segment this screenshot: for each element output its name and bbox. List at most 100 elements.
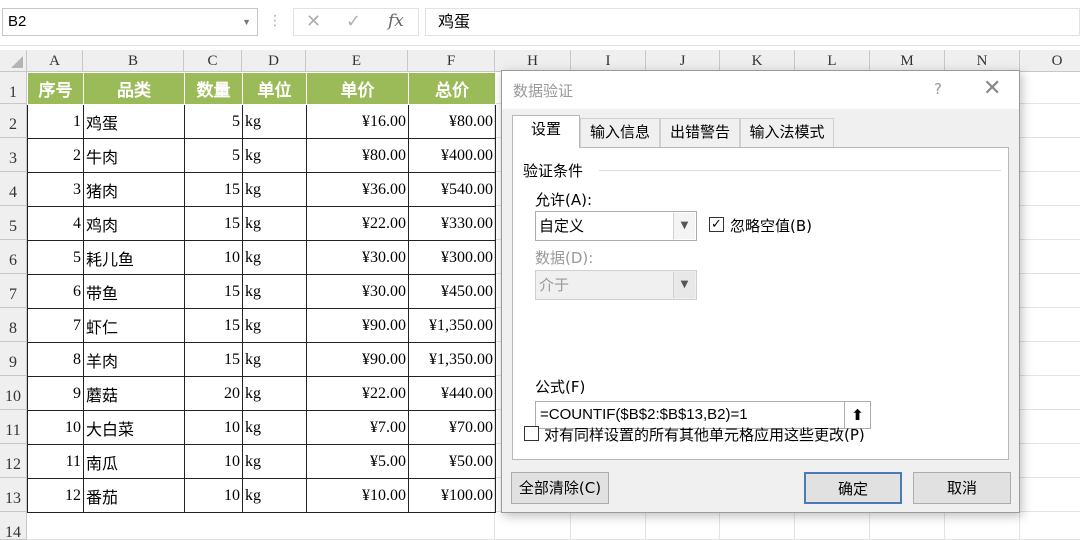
close-icon[interactable]: ✕ [983, 76, 1001, 101]
table-cell[interactable]: 猪肉 [83, 172, 185, 207]
table-cell[interactable]: 12 [27, 478, 84, 513]
table-cell[interactable]: 鸡肉 [83, 206, 185, 241]
header-cell[interactable]: 数量 [184, 72, 243, 105]
help-icon[interactable]: ? [934, 80, 942, 98]
row-header-1[interactable]: 1 [0, 72, 27, 104]
select-all-button[interactable] [0, 50, 27, 72]
table-cell[interactable]: ¥10.00 [306, 478, 409, 513]
tab-settings[interactable]: 设置 [512, 115, 580, 148]
table-cell[interactable]: ¥50.00 [408, 444, 496, 479]
data-select[interactable]: 介于 ▼ [535, 270, 697, 300]
table-cell[interactable]: ¥16.00 [306, 104, 409, 139]
table-cell[interactable]: 15 [184, 342, 243, 377]
enter-icon[interactable]: ✓ [346, 11, 361, 32]
table-cell[interactable]: 4 [27, 206, 84, 241]
table-cell[interactable]: 6 [27, 274, 84, 309]
table-cell[interactable]: 牛肉 [83, 138, 185, 173]
table-cell[interactable]: 3 [27, 172, 84, 207]
table-cell[interactable]: ¥300.00 [408, 240, 496, 275]
row-header-11[interactable]: 11 [0, 410, 27, 444]
table-cell[interactable]: ¥400.00 [408, 138, 496, 173]
table-cell[interactable]: ¥1,350.00 [408, 308, 496, 343]
table-cell[interactable]: kg [242, 172, 307, 207]
column-header-o[interactable]: O [1020, 50, 1080, 72]
table-cell[interactable]: 鸡蛋 [83, 104, 185, 139]
row-header-10[interactable]: 10 [0, 376, 27, 410]
table-cell[interactable]: 耗儿鱼 [83, 240, 185, 275]
table-cell[interactable]: ¥7.00 [306, 410, 409, 445]
tab-error-alert[interactable]: 出错警告 [660, 118, 740, 147]
table-cell[interactable]: 虾仁 [83, 308, 185, 343]
header-cell[interactable]: 品类 [83, 72, 185, 105]
table-cell[interactable]: 15 [184, 308, 243, 343]
drag-handle-icon[interactable]: ⋮ [268, 14, 282, 28]
row-header-13[interactable]: 13 [0, 478, 27, 512]
table-cell[interactable]: 9 [27, 376, 84, 411]
table-cell[interactable]: kg [242, 138, 307, 173]
table-cell[interactable]: kg [242, 376, 307, 411]
column-header-d[interactable]: D [242, 50, 306, 72]
table-cell[interactable]: kg [242, 342, 307, 377]
table-cell[interactable]: ¥22.00 [306, 376, 409, 411]
column-header-n[interactable]: N [945, 50, 1020, 72]
allow-select[interactable]: 自定义 ▼ [535, 211, 697, 241]
table-cell[interactable]: 11 [27, 444, 84, 479]
ignore-blank-checkbox[interactable]: ✓ [709, 217, 724, 232]
table-cell[interactable]: ¥80.00 [306, 138, 409, 173]
table-cell[interactable]: 5 [184, 104, 243, 139]
row-header-2[interactable]: 2 [0, 104, 27, 138]
table-cell[interactable]: ¥5.00 [306, 444, 409, 479]
apply-all-label[interactable]: 对有同样设置的所有其他单元格应用这些更改(P) [544, 424, 865, 445]
table-cell[interactable]: ¥540.00 [408, 172, 496, 207]
table-cell[interactable]: kg [242, 410, 307, 445]
table-cell[interactable]: ¥440.00 [408, 376, 496, 411]
row-header-5[interactable]: 5 [0, 206, 27, 240]
cancel-button[interactable]: 取消 [913, 472, 1011, 504]
header-cell[interactable]: 单位 [242, 72, 307, 105]
table-cell[interactable]: 5 [184, 138, 243, 173]
table-cell[interactable]: 蘑菇 [83, 376, 185, 411]
column-header-k[interactable]: K [720, 50, 795, 72]
table-cell[interactable]: ¥30.00 [306, 274, 409, 309]
ok-button[interactable]: 确定 [804, 472, 902, 504]
row-header-6[interactable]: 6 [0, 240, 27, 274]
table-cell[interactable]: 10 [184, 444, 243, 479]
header-cell[interactable]: 序号 [27, 72, 84, 105]
table-cell[interactable]: 番茄 [83, 478, 185, 513]
table-cell[interactable]: 大白菜 [83, 410, 185, 445]
cancel-icon[interactable]: ✕ [306, 11, 321, 32]
table-cell[interactable]: 15 [184, 172, 243, 207]
chevron-down-icon[interactable]: ▼ [673, 213, 695, 239]
table-cell[interactable]: ¥450.00 [408, 274, 496, 309]
column-header-c[interactable]: C [184, 50, 242, 72]
table-cell[interactable]: kg [242, 206, 307, 241]
table-cell[interactable]: ¥1,350.00 [408, 342, 496, 377]
table-cell[interactable]: ¥80.00 [408, 104, 496, 139]
row-header-3[interactable]: 3 [0, 138, 27, 172]
row-header-8[interactable]: 8 [0, 308, 27, 342]
table-cell[interactable]: ¥22.00 [306, 206, 409, 241]
clear-all-button[interactable]: 全部清除(C) [511, 472, 609, 504]
table-cell[interactable]: kg [242, 444, 307, 479]
tab-input-message[interactable]: 输入信息 [580, 118, 660, 147]
chevron-down-icon[interactable]: ▼ [242, 9, 251, 35]
column-header-b[interactable]: B [83, 50, 184, 72]
table-cell[interactable]: ¥330.00 [408, 206, 496, 241]
row-header-12[interactable]: 12 [0, 444, 27, 478]
table-cell[interactable]: ¥90.00 [306, 308, 409, 343]
table-cell[interactable]: ¥100.00 [408, 478, 496, 513]
name-box[interactable]: B2 ▼ [2, 8, 258, 36]
table-cell[interactable]: kg [242, 308, 307, 343]
table-cell[interactable]: 8 [27, 342, 84, 377]
table-cell[interactable]: 10 [27, 410, 84, 445]
row-header-14[interactable]: 14 [0, 512, 27, 540]
table-cell[interactable]: kg [242, 478, 307, 513]
table-cell[interactable]: kg [242, 240, 307, 275]
column-header-m[interactable]: M [870, 50, 945, 72]
table-cell[interactable]: 羊肉 [83, 342, 185, 377]
table-cell[interactable]: 10 [184, 240, 243, 275]
row-header-4[interactable]: 4 [0, 172, 27, 206]
table-cell[interactable]: 南瓜 [83, 444, 185, 479]
formula-input[interactable]: 鸡蛋 [425, 8, 1080, 36]
table-cell[interactable]: ¥30.00 [306, 240, 409, 275]
